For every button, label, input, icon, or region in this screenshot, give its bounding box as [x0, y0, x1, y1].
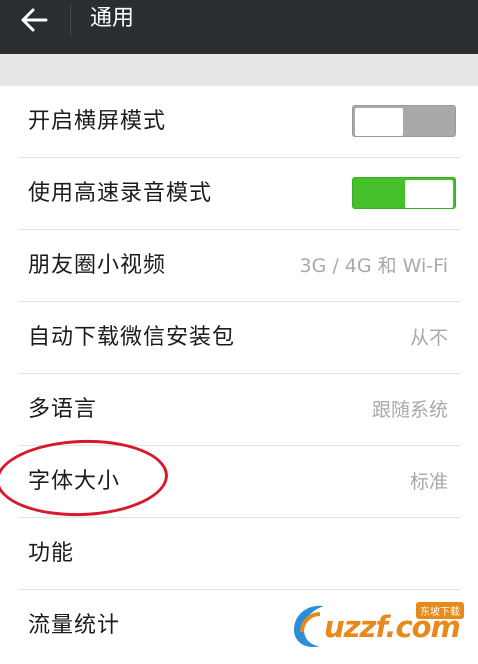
arrow-left-icon — [21, 8, 48, 32]
setting-label: 功能 — [28, 541, 75, 566]
setting-label: 自动下载微信安装包 — [28, 325, 236, 350]
setting-label: 多语言 — [28, 397, 98, 422]
setting-features[interactable]: 功能 — [0, 518, 478, 590]
setting-landscape-mode[interactable]: 开启横屏模式 — [0, 86, 478, 158]
setting-label: 字体大小 — [28, 469, 121, 494]
setting-value: 从不 — [409, 327, 448, 349]
setting-font-size[interactable]: 字体大小 标准 — [0, 446, 478, 518]
watermark-badge: 东坡下载 — [416, 602, 464, 619]
setting-value: 3G / 4G 和 Wi-Fi — [299, 255, 448, 277]
toggle-knob — [405, 180, 453, 208]
landscape-mode-toggle[interactable] — [352, 105, 456, 137]
watermark-logo: uzzf.com 东坡下载 — [290, 596, 472, 656]
setting-auto-download[interactable]: 自动下载微信安装包 从不 — [0, 302, 478, 374]
setting-fast-recording[interactable]: 使用高速录音模式 — [0, 158, 478, 230]
toggle-knob — [355, 108, 403, 136]
title-bar: 通用 — [0, 0, 478, 54]
setting-language[interactable]: 多语言 跟随系统 — [0, 374, 478, 446]
settings-list: 开启横屏模式 使用高速录音模式 朋友圈小视频 3G / 4G 和 Wi-Fi 自… — [0, 86, 478, 664]
setting-label: 使用高速录音模式 — [28, 181, 213, 206]
title-divider — [70, 4, 71, 36]
page-title: 通用 — [90, 6, 135, 31]
fast-recording-toggle[interactable] — [352, 177, 456, 209]
section-gap — [0, 54, 478, 86]
setting-value: 跟随系统 — [371, 399, 448, 421]
setting-label: 流量统计 — [28, 613, 121, 638]
setting-label: 朋友圈小视频 — [28, 253, 167, 278]
setting-value: 标准 — [409, 471, 448, 493]
setting-label: 开启横屏模式 — [28, 109, 167, 134]
back-button[interactable] — [10, 2, 58, 38]
setting-moments-video[interactable]: 朋友圈小视频 3G / 4G 和 Wi-Fi — [0, 230, 478, 302]
